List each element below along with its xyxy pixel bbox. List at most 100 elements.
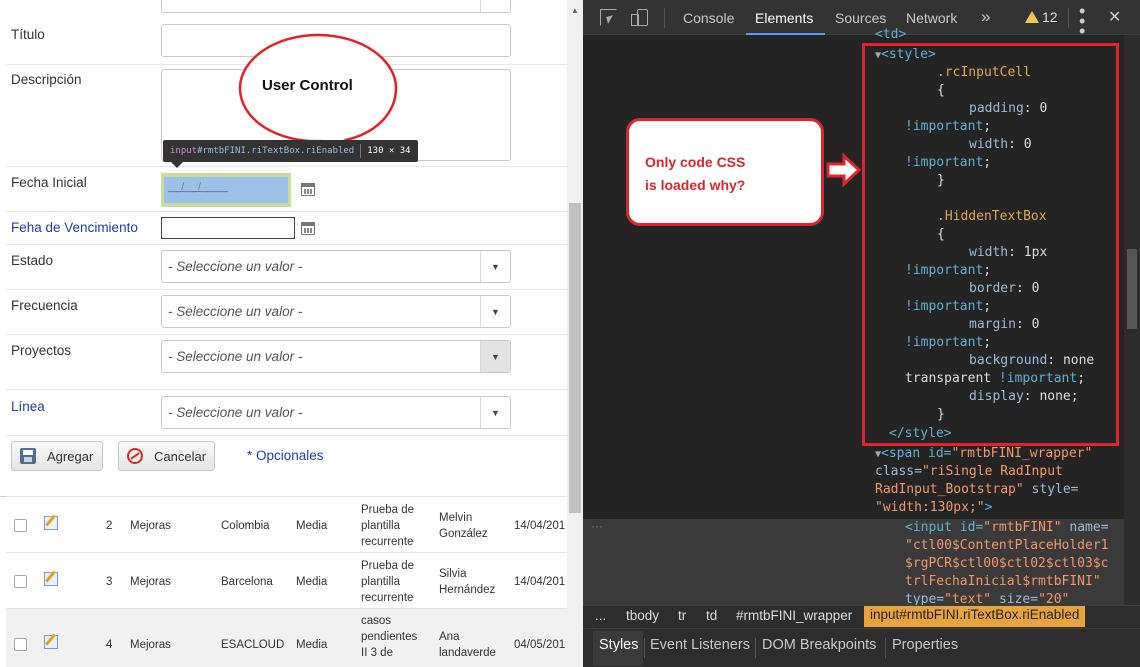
edit-icon[interactable] — [44, 572, 58, 586]
tab-dom-breakpoints[interactable]: DOM Breakpoints — [762, 637, 876, 653]
row-checkbox[interactable] — [14, 638, 27, 651]
tab-sources[interactable]: Sources — [835, 10, 886, 26]
row-tipo: Mejoras — [130, 576, 171, 588]
breadcrumb-item[interactable]: tr — [678, 608, 686, 623]
code-attr: class= — [875, 464, 922, 479]
chevron-down-icon[interactable]: ▼ — [480, 251, 510, 282]
tab-console[interactable]: Console — [683, 10, 734, 26]
warnings-badge[interactable]: 12 — [1025, 9, 1058, 25]
row-descripcion-line: casos — [361, 615, 392, 627]
records-grid: 2 Mejoras Colombia Media Prueba de plant… — [6, 496, 567, 667]
tab-elements[interactable]: Elements — [755, 10, 813, 26]
row-tipo: Mejoras — [130, 639, 171, 651]
close-icon[interactable]: ✕ — [1108, 7, 1121, 27]
chevron-down-icon[interactable]: ▼ — [480, 296, 510, 327]
fecha-inicial-label: Fecha Inicial — [11, 175, 87, 190]
breadcrumb-item[interactable]: ... — [595, 608, 606, 623]
inspector-tooltip: input #rmtbFINI.riTextBox.riEnabled 130 ×… — [163, 140, 418, 168]
breadcrumb-item[interactable]: td — [706, 608, 717, 623]
tooltip-tag: input — [170, 146, 198, 156]
calendar-icon[interactable] — [301, 183, 315, 196]
device-toolbar-icon[interactable] — [631, 9, 648, 26]
top-input-partial[interactable] — [161, 0, 511, 13]
edit-icon[interactable] — [44, 516, 58, 530]
row-descripcion-line: Prueba de — [361, 560, 415, 572]
table-row[interactable]: 3 Mejoras Barcelona Media Prueba de plan… — [6, 552, 567, 608]
frecuencia-select[interactable]: - Seleccione un valor - ▼ — [161, 295, 511, 328]
edit-icon[interactable] — [44, 635, 58, 649]
code-line[interactable]: ▼<span id="rmtbFINI_wrapper" — [875, 445, 1092, 464]
table-row[interactable]: 2 Mejoras Colombia Media Prueba de plant… — [6, 496, 567, 552]
devtools-toolbar: Console Elements Sources Network » 12 ••… — [583, 0, 1140, 40]
linea-select[interactable]: - Seleccione un valor - ▼ — [161, 396, 511, 429]
tab-separator — [755, 638, 756, 658]
row-descripcion-line: pendientes — [361, 631, 418, 643]
row-checkbox[interactable] — [14, 575, 27, 588]
code-span-open: <span id= — [881, 446, 952, 461]
row-descripcion-line: recurrente — [361, 536, 414, 548]
scroll-up-icon[interactable]: ▲ — [571, 6, 579, 15]
row-lugar: ESACLOUD — [221, 639, 285, 651]
tab-separator — [644, 638, 645, 658]
kebab-menu-icon[interactable]: ••• — [1079, 2, 1085, 40]
estado-select[interactable]: - Seleccione un valor - ▼ — [161, 250, 511, 283]
row-number: 2 — [106, 520, 113, 532]
row-fecha: 14/04/201 — [514, 576, 566, 588]
row-lugar: Barcelona — [221, 576, 273, 588]
row-descripcion-line: recurrente — [361, 592, 414, 604]
tooltip-separator — [360, 144, 362, 158]
scrollbar-thumb[interactable] — [1127, 249, 1137, 329]
warnings-count: 12 — [1042, 9, 1058, 25]
proyectos-select-value: - Seleccione un valor - — [168, 349, 303, 364]
tooltip-selector: #rmtbFINI.riTextBox.riEnabled — [197, 146, 355, 156]
web-form-pane: Título Descripción Fecha Inicial __/__/_… — [0, 0, 583, 667]
code-attr: name= — [1069, 520, 1109, 535]
estado-label: Estado — [11, 253, 54, 268]
row-persona-line: González — [439, 528, 488, 540]
row-descripcion-line: Prueba de — [361, 504, 415, 516]
question-note-line: Only code CSS — [645, 154, 746, 170]
tab-network[interactable]: Network — [906, 10, 957, 26]
elements-scrollbar[interactable] — [1124, 35, 1140, 605]
fecha-vencimiento-input[interactable] — [161, 217, 295, 239]
calendar-icon[interactable] — [301, 222, 315, 235]
tab-properties[interactable]: Properties — [892, 637, 958, 653]
breadcrumb-item[interactable]: #rmtbFINI_wrapper — [736, 608, 852, 623]
divider — [6, 435, 567, 436]
chevron-down-icon[interactable]: ▼ — [480, 397, 510, 428]
scrollbar-thumb[interactable] — [569, 203, 581, 513]
row-prioridad: Media — [296, 520, 328, 532]
code-line[interactable]: <input id="rmtbFINI" name= — [905, 519, 1109, 537]
arrow-right-icon — [826, 153, 862, 187]
table-row[interactable]: 4 Mejoras ESACLOUD Media casos pendiente… — [6, 608, 567, 667]
cancelar-button[interactable]: Cancelar — [118, 441, 215, 471]
row-persona-line: Ana — [439, 631, 460, 643]
toolbar-separator — [664, 8, 665, 28]
tab-styles[interactable]: Styles — [599, 637, 639, 653]
code-line: "width:130px;"> — [875, 499, 992, 517]
code-td-partial[interactable]: <td> — [875, 26, 906, 44]
code-line: $rgPCR$ctl00$ctl02$ctl03$c — [905, 556, 1109, 571]
tab-event-listeners[interactable]: Event Listeners — [650, 637, 750, 653]
row-fecha: 14/04/201 — [514, 520, 566, 532]
cancelar-button-label: Cancelar — [154, 448, 207, 464]
agregar-button[interactable]: Agregar — [11, 441, 103, 471]
warning-icon — [1025, 11, 1039, 23]
breadcrumb-item-selected[interactable]: input#rmtbFINI.riTextBox.riEnabled — [864, 606, 1086, 627]
more-tabs-button[interactable]: » — [981, 7, 990, 27]
row-lugar: Colombia — [221, 520, 270, 532]
code-line: class="riSingle RadInput — [875, 463, 1063, 481]
toolbar-separator — [1068, 8, 1069, 28]
row-checkbox[interactable] — [14, 519, 27, 532]
inspect-element-icon[interactable] — [600, 9, 617, 26]
page-scrollbar[interactable]: ▲ — [567, 0, 583, 667]
save-icon — [20, 448, 36, 464]
proyectos-select[interactable]: - Seleccione un valor - ▼ — [161, 340, 511, 373]
code-attr-value: "riSingle RadInput — [921, 464, 1063, 479]
agregar-button-label: Agregar — [47, 448, 94, 464]
frecuencia-select-value: - Seleccione un valor - — [168, 304, 303, 319]
proyectos-label: Proyectos — [11, 343, 72, 358]
breadcrumb-item[interactable]: tbody — [626, 608, 659, 623]
code-attr: style= — [1031, 482, 1079, 497]
chevron-down-icon[interactable]: ▼ — [480, 341, 510, 372]
